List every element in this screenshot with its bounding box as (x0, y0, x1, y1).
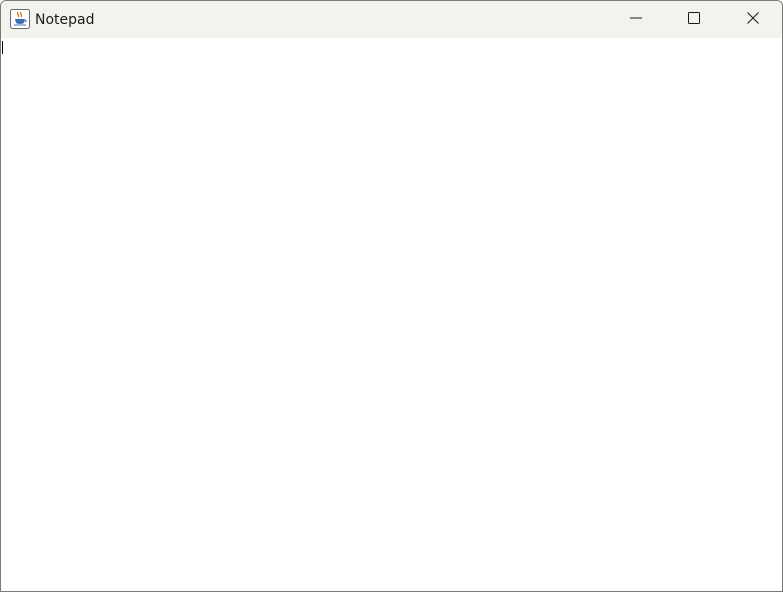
close-button[interactable] (724, 1, 782, 38)
notepad-window: Notepad (0, 0, 783, 592)
text-caret (2, 41, 3, 54)
title-bar[interactable]: Notepad (1, 1, 782, 38)
maximize-button[interactable] (665, 1, 723, 38)
close-icon (747, 12, 759, 27)
maximize-icon (688, 12, 700, 27)
minimize-icon (630, 12, 642, 27)
minimize-button[interactable] (607, 1, 665, 38)
text-editor[interactable] (1, 38, 782, 591)
window-title: Notepad (35, 12, 95, 28)
java-cup-icon[interactable] (10, 9, 30, 29)
